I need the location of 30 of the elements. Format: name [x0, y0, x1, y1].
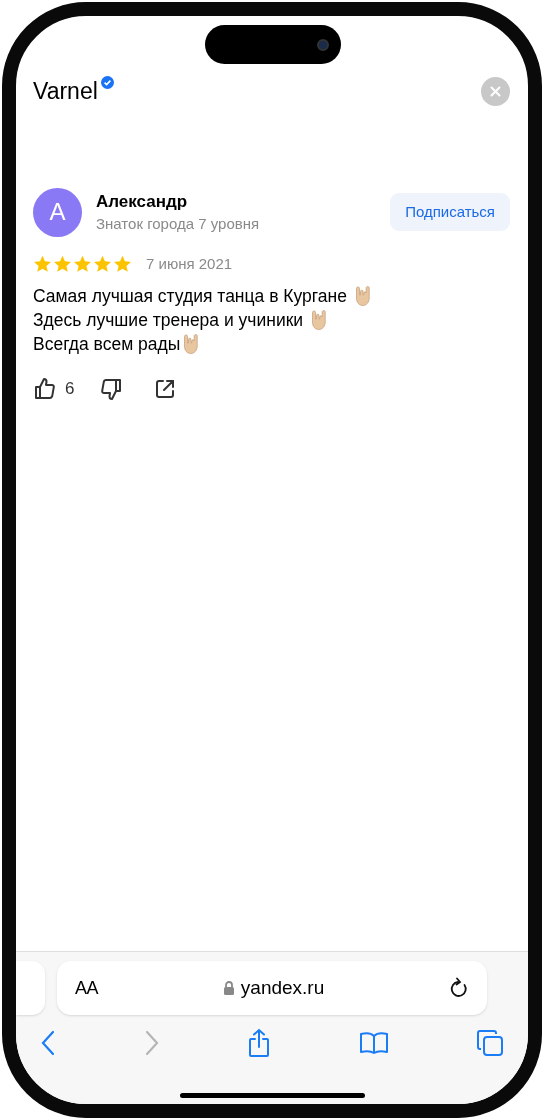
star-icon: [53, 254, 72, 273]
like-button[interactable]: 6: [33, 376, 75, 402]
review-text-line: Самая лучшая студия танца в Кургане: [33, 284, 348, 308]
bookmarks-icon[interactable]: [358, 1031, 389, 1055]
external-link-icon: [154, 377, 177, 400]
thumbs-up-icon: [33, 376, 57, 401]
author-name: Александр: [96, 190, 189, 213]
dislike-button[interactable]: [99, 376, 124, 401]
star-icon: [73, 254, 92, 273]
reload-icon[interactable]: [449, 977, 469, 999]
page-title: Varnel: [33, 77, 98, 106]
star-icon: [93, 254, 112, 273]
review-text-line: Здесь лучшие тренера и учиники: [33, 308, 305, 332]
share-button[interactable]: [154, 377, 177, 400]
text-size-button[interactable]: AA: [75, 974, 99, 1002]
share-icon[interactable]: [247, 1028, 271, 1058]
tabs-icon[interactable]: [476, 1029, 504, 1057]
close-icon: [490, 85, 501, 97]
url-text: yandex.ru: [240, 975, 325, 1000]
lock-icon: [222, 980, 235, 996]
avatar: А: [33, 187, 82, 237]
thumbs-down-icon: [99, 376, 124, 401]
review-date: 7 июня 2021: [146, 253, 233, 274]
author-level: Знаток города 7 уровня: [96, 213, 261, 234]
address-bar[interactable]: AA yandex.ru: [57, 961, 487, 1015]
star-icon: [33, 254, 52, 273]
star-icon: [113, 254, 132, 273]
subscribe-button[interactable]: Подписаться: [390, 193, 510, 231]
back-icon[interactable]: [40, 1030, 56, 1056]
review-text-line: Всегда всем рады: [33, 332, 181, 356]
